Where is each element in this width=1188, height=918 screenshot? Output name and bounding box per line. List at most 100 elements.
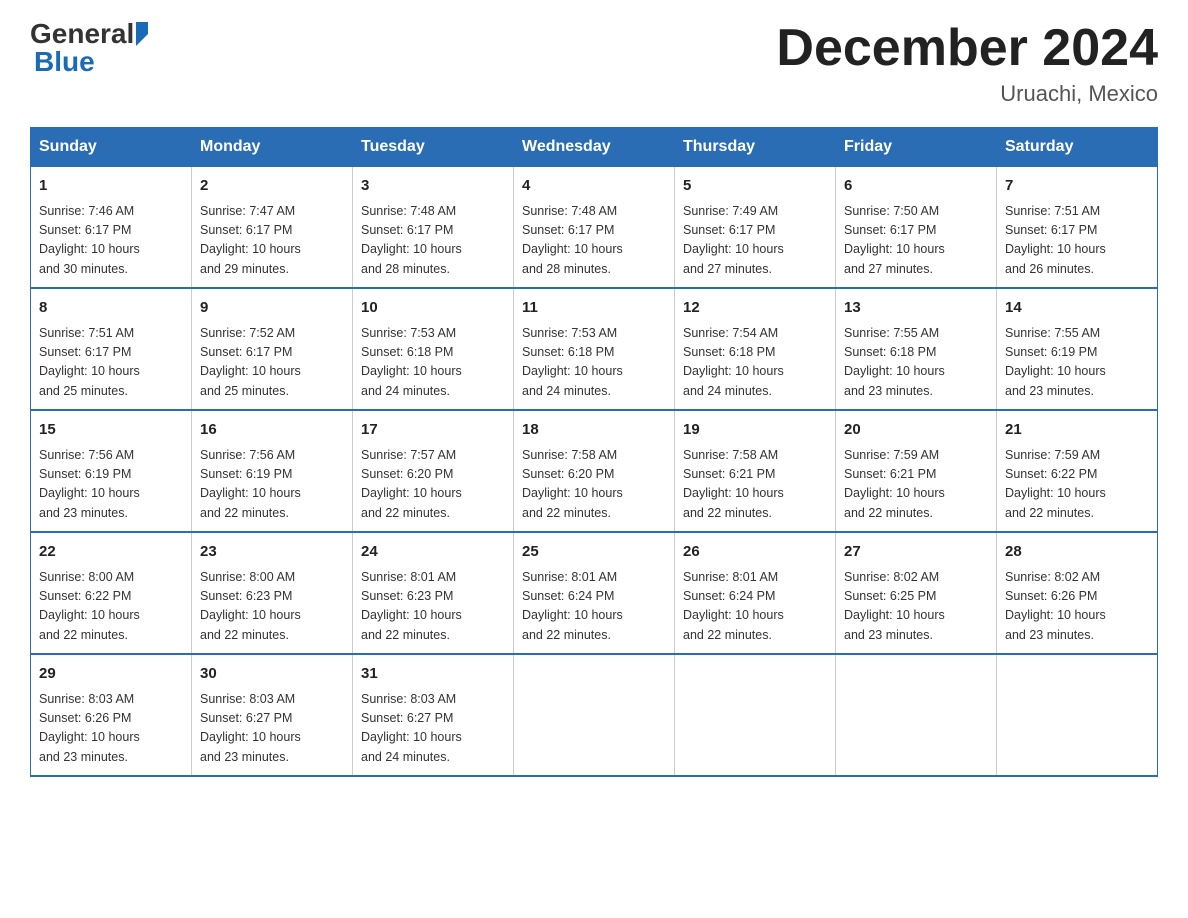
day-number: 20 [844, 419, 988, 442]
day-number: 9 [200, 297, 344, 320]
day-number: 7 [1005, 175, 1149, 198]
calendar-cell [514, 654, 675, 776]
day-info: Sunrise: 7:53 AM Sunset: 6:18 PM Dayligh… [522, 324, 666, 402]
day-info: Sunrise: 7:56 AM Sunset: 6:19 PM Dayligh… [200, 446, 344, 524]
day-info: Sunrise: 7:51 AM Sunset: 6:17 PM Dayligh… [1005, 202, 1149, 280]
day-number: 21 [1005, 419, 1149, 442]
day-number: 16 [200, 419, 344, 442]
day-info: Sunrise: 7:52 AM Sunset: 6:17 PM Dayligh… [200, 324, 344, 402]
calendar-week-row: 29 Sunrise: 8:03 AM Sunset: 6:26 PM Dayli… [31, 654, 1158, 776]
weekday-header-thursday: Thursday [675, 128, 836, 167]
weekday-header-monday: Monday [192, 128, 353, 167]
month-title: December 2024 [776, 20, 1158, 77]
calendar-week-row: 22 Sunrise: 8:00 AM Sunset: 6:22 PM Dayli… [31, 532, 1158, 654]
calendar-cell: 7 Sunrise: 7:51 AM Sunset: 6:17 PM Daylig… [997, 167, 1158, 289]
calendar-cell: 18 Sunrise: 7:58 AM Sunset: 6:20 PM Dayli… [514, 410, 675, 532]
calendar-header: SundayMondayTuesdayWednesdayThursdayFrid… [31, 128, 1158, 167]
calendar-cell: 20 Sunrise: 7:59 AM Sunset: 6:21 PM Dayli… [836, 410, 997, 532]
day-info: Sunrise: 8:03 AM Sunset: 6:26 PM Dayligh… [39, 690, 183, 768]
weekday-header-sunday: Sunday [31, 128, 192, 167]
day-info: Sunrise: 8:02 AM Sunset: 6:25 PM Dayligh… [844, 568, 988, 646]
calendar-cell: 16 Sunrise: 7:56 AM Sunset: 6:19 PM Dayli… [192, 410, 353, 532]
day-info: Sunrise: 8:00 AM Sunset: 6:23 PM Dayligh… [200, 568, 344, 646]
day-number: 6 [844, 175, 988, 198]
logo-triangle-icon [136, 22, 148, 46]
day-number: 14 [1005, 297, 1149, 320]
day-info: Sunrise: 7:56 AM Sunset: 6:19 PM Dayligh… [39, 446, 183, 524]
calendar-cell: 23 Sunrise: 8:00 AM Sunset: 6:23 PM Dayli… [192, 532, 353, 654]
day-info: Sunrise: 7:48 AM Sunset: 6:17 PM Dayligh… [522, 202, 666, 280]
calendar-cell: 3 Sunrise: 7:48 AM Sunset: 6:17 PM Daylig… [353, 167, 514, 289]
calendar-cell: 8 Sunrise: 7:51 AM Sunset: 6:17 PM Daylig… [31, 288, 192, 410]
calendar-cell: 2 Sunrise: 7:47 AM Sunset: 6:17 PM Daylig… [192, 167, 353, 289]
day-info: Sunrise: 7:58 AM Sunset: 6:20 PM Dayligh… [522, 446, 666, 524]
day-number: 28 [1005, 541, 1149, 564]
day-number: 10 [361, 297, 505, 320]
calendar-cell: 12Sunrise: 7:54 AM Sunset: 6:18 PM Dayli… [675, 288, 836, 410]
calendar-cell: 6 Sunrise: 7:50 AM Sunset: 6:17 PM Daylig… [836, 167, 997, 289]
day-number: 27 [844, 541, 988, 564]
calendar-cell: 27 Sunrise: 8:02 AM Sunset: 6:25 PM Dayli… [836, 532, 997, 654]
day-info: Sunrise: 8:01 AM Sunset: 6:24 PM Dayligh… [683, 568, 827, 646]
weekday-header-row: SundayMondayTuesdayWednesdayThursdayFrid… [31, 128, 1158, 167]
calendar-cell: 14 Sunrise: 7:55 AM Sunset: 6:19 PM Dayli… [997, 288, 1158, 410]
day-number: 23 [200, 541, 344, 564]
weekday-header-tuesday: Tuesday [353, 128, 514, 167]
calendar-cell: 17Sunrise: 7:57 AM Sunset: 6:20 PM Dayli… [353, 410, 514, 532]
page-header: General Blue December 2024 Uruachi, Mexi… [30, 20, 1158, 107]
day-info: Sunrise: 8:00 AM Sunset: 6:22 PM Dayligh… [39, 568, 183, 646]
logo-general-text: General [30, 20, 134, 48]
calendar-cell: 22 Sunrise: 8:00 AM Sunset: 6:22 PM Dayli… [31, 532, 192, 654]
day-number: 13 [844, 297, 988, 320]
calendar-cell [836, 654, 997, 776]
day-info: Sunrise: 8:03 AM Sunset: 6:27 PM Dayligh… [200, 690, 344, 768]
day-info: Sunrise: 7:47 AM Sunset: 6:17 PM Dayligh… [200, 202, 344, 280]
calendar-cell: 30 Sunrise: 8:03 AM Sunset: 6:27 PM Dayli… [192, 654, 353, 776]
day-info: Sunrise: 8:01 AM Sunset: 6:24 PM Dayligh… [522, 568, 666, 646]
day-number: 22 [39, 541, 183, 564]
calendar-cell: 28 Sunrise: 8:02 AM Sunset: 6:26 PM Dayli… [997, 532, 1158, 654]
day-number: 8 [39, 297, 183, 320]
title-block: December 2024 Uruachi, Mexico [776, 20, 1158, 107]
calendar-week-row: 1 Sunrise: 7:46 AM Sunset: 6:17 PM Daylig… [31, 167, 1158, 289]
day-number: 5 [683, 175, 827, 198]
day-number: 25 [522, 541, 666, 564]
calendar-cell: 5 Sunrise: 7:49 AM Sunset: 6:17 PM Daylig… [675, 167, 836, 289]
calendar-cell: 11Sunrise: 7:53 AM Sunset: 6:18 PM Dayli… [514, 288, 675, 410]
day-number: 18 [522, 419, 666, 442]
day-info: Sunrise: 7:48 AM Sunset: 6:17 PM Dayligh… [361, 202, 505, 280]
day-info: Sunrise: 8:02 AM Sunset: 6:26 PM Dayligh… [1005, 568, 1149, 646]
day-number: 17 [361, 419, 505, 442]
calendar-cell: 1 Sunrise: 7:46 AM Sunset: 6:17 PM Daylig… [31, 167, 192, 289]
calendar-cell [997, 654, 1158, 776]
calendar-cell: 10Sunrise: 7:53 AM Sunset: 6:18 PM Dayli… [353, 288, 514, 410]
day-number: 3 [361, 175, 505, 198]
day-info: Sunrise: 7:49 AM Sunset: 6:17 PM Dayligh… [683, 202, 827, 280]
day-number: 12 [683, 297, 827, 320]
day-info: Sunrise: 7:55 AM Sunset: 6:19 PM Dayligh… [1005, 324, 1149, 402]
calendar-cell: 29 Sunrise: 8:03 AM Sunset: 6:26 PM Dayli… [31, 654, 192, 776]
day-number: 30 [200, 663, 344, 686]
day-info: Sunrise: 8:01 AM Sunset: 6:23 PM Dayligh… [361, 568, 505, 646]
calendar-cell: 9 Sunrise: 7:52 AM Sunset: 6:17 PM Daylig… [192, 288, 353, 410]
day-number: 2 [200, 175, 344, 198]
calendar-cell: 24Sunrise: 8:01 AM Sunset: 6:23 PM Dayli… [353, 532, 514, 654]
day-info: Sunrise: 7:58 AM Sunset: 6:21 PM Dayligh… [683, 446, 827, 524]
calendar-body: 1 Sunrise: 7:46 AM Sunset: 6:17 PM Daylig… [31, 167, 1158, 777]
calendar-week-row: 15Sunrise: 7:56 AM Sunset: 6:19 PM Dayli… [31, 410, 1158, 532]
day-number: 29 [39, 663, 183, 686]
calendar-cell [675, 654, 836, 776]
calendar-cell: 26Sunrise: 8:01 AM Sunset: 6:24 PM Dayli… [675, 532, 836, 654]
day-info: Sunrise: 7:50 AM Sunset: 6:17 PM Dayligh… [844, 202, 988, 280]
calendar-cell: 19Sunrise: 7:58 AM Sunset: 6:21 PM Dayli… [675, 410, 836, 532]
day-number: 31 [361, 663, 505, 686]
day-number: 1 [39, 175, 183, 198]
weekday-header-friday: Friday [836, 128, 997, 167]
logo: General Blue [30, 20, 148, 76]
day-info: Sunrise: 7:59 AM Sunset: 6:21 PM Dayligh… [844, 446, 988, 524]
calendar-cell: 15Sunrise: 7:56 AM Sunset: 6:19 PM Dayli… [31, 410, 192, 532]
day-info: Sunrise: 7:46 AM Sunset: 6:17 PM Dayligh… [39, 202, 183, 280]
calendar-cell: 31Sunrise: 8:03 AM Sunset: 6:27 PM Dayli… [353, 654, 514, 776]
day-info: Sunrise: 7:51 AM Sunset: 6:17 PM Dayligh… [39, 324, 183, 402]
calendar-week-row: 8 Sunrise: 7:51 AM Sunset: 6:17 PM Daylig… [31, 288, 1158, 410]
